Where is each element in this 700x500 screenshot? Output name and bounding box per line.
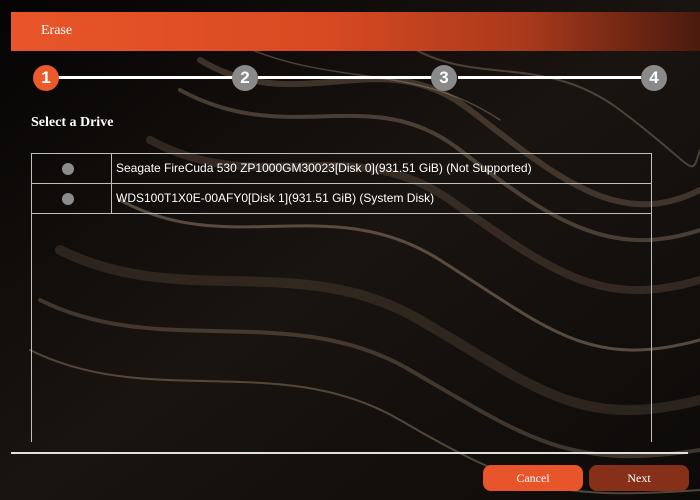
step-3-indicator: 3: [431, 65, 457, 91]
next-button[interactable]: Next: [589, 465, 689, 491]
step-connector: [258, 76, 433, 79]
drive-row[interactable]: Seagate FireCuda 530 ZP1000GM30023[Disk …: [32, 154, 651, 184]
drive-label: Seagate FireCuda 530 ZP1000GM30023[Disk …: [116, 161, 532, 175]
section-title: Select a Drive: [31, 115, 114, 130]
drive-radio-button[interactable]: [62, 193, 74, 205]
drive-list: Seagate FireCuda 530 ZP1000GM30023[Disk …: [31, 153, 652, 442]
window-title: Erase: [41, 23, 73, 38]
step-2-indicator: 2: [232, 65, 258, 91]
step-connector: [458, 76, 641, 79]
title-bar: Erase: [11, 12, 700, 51]
radio-cell: [32, 154, 112, 183]
radio-cell: [32, 184, 112, 213]
drive-row[interactable]: WDS100T1X0E-00AFY0[Disk 1](931.51 GiB) (…: [32, 184, 651, 214]
cancel-button[interactable]: Cancel: [483, 465, 583, 491]
step-4-indicator: 4: [641, 65, 667, 91]
step-connector: [58, 76, 233, 79]
drive-radio-button[interactable]: [62, 163, 74, 175]
drive-label: WDS100T1X0E-00AFY0[Disk 1](931.51 GiB) (…: [116, 191, 435, 205]
footer-divider: [11, 452, 688, 454]
step-1-indicator: 1: [33, 65, 59, 91]
